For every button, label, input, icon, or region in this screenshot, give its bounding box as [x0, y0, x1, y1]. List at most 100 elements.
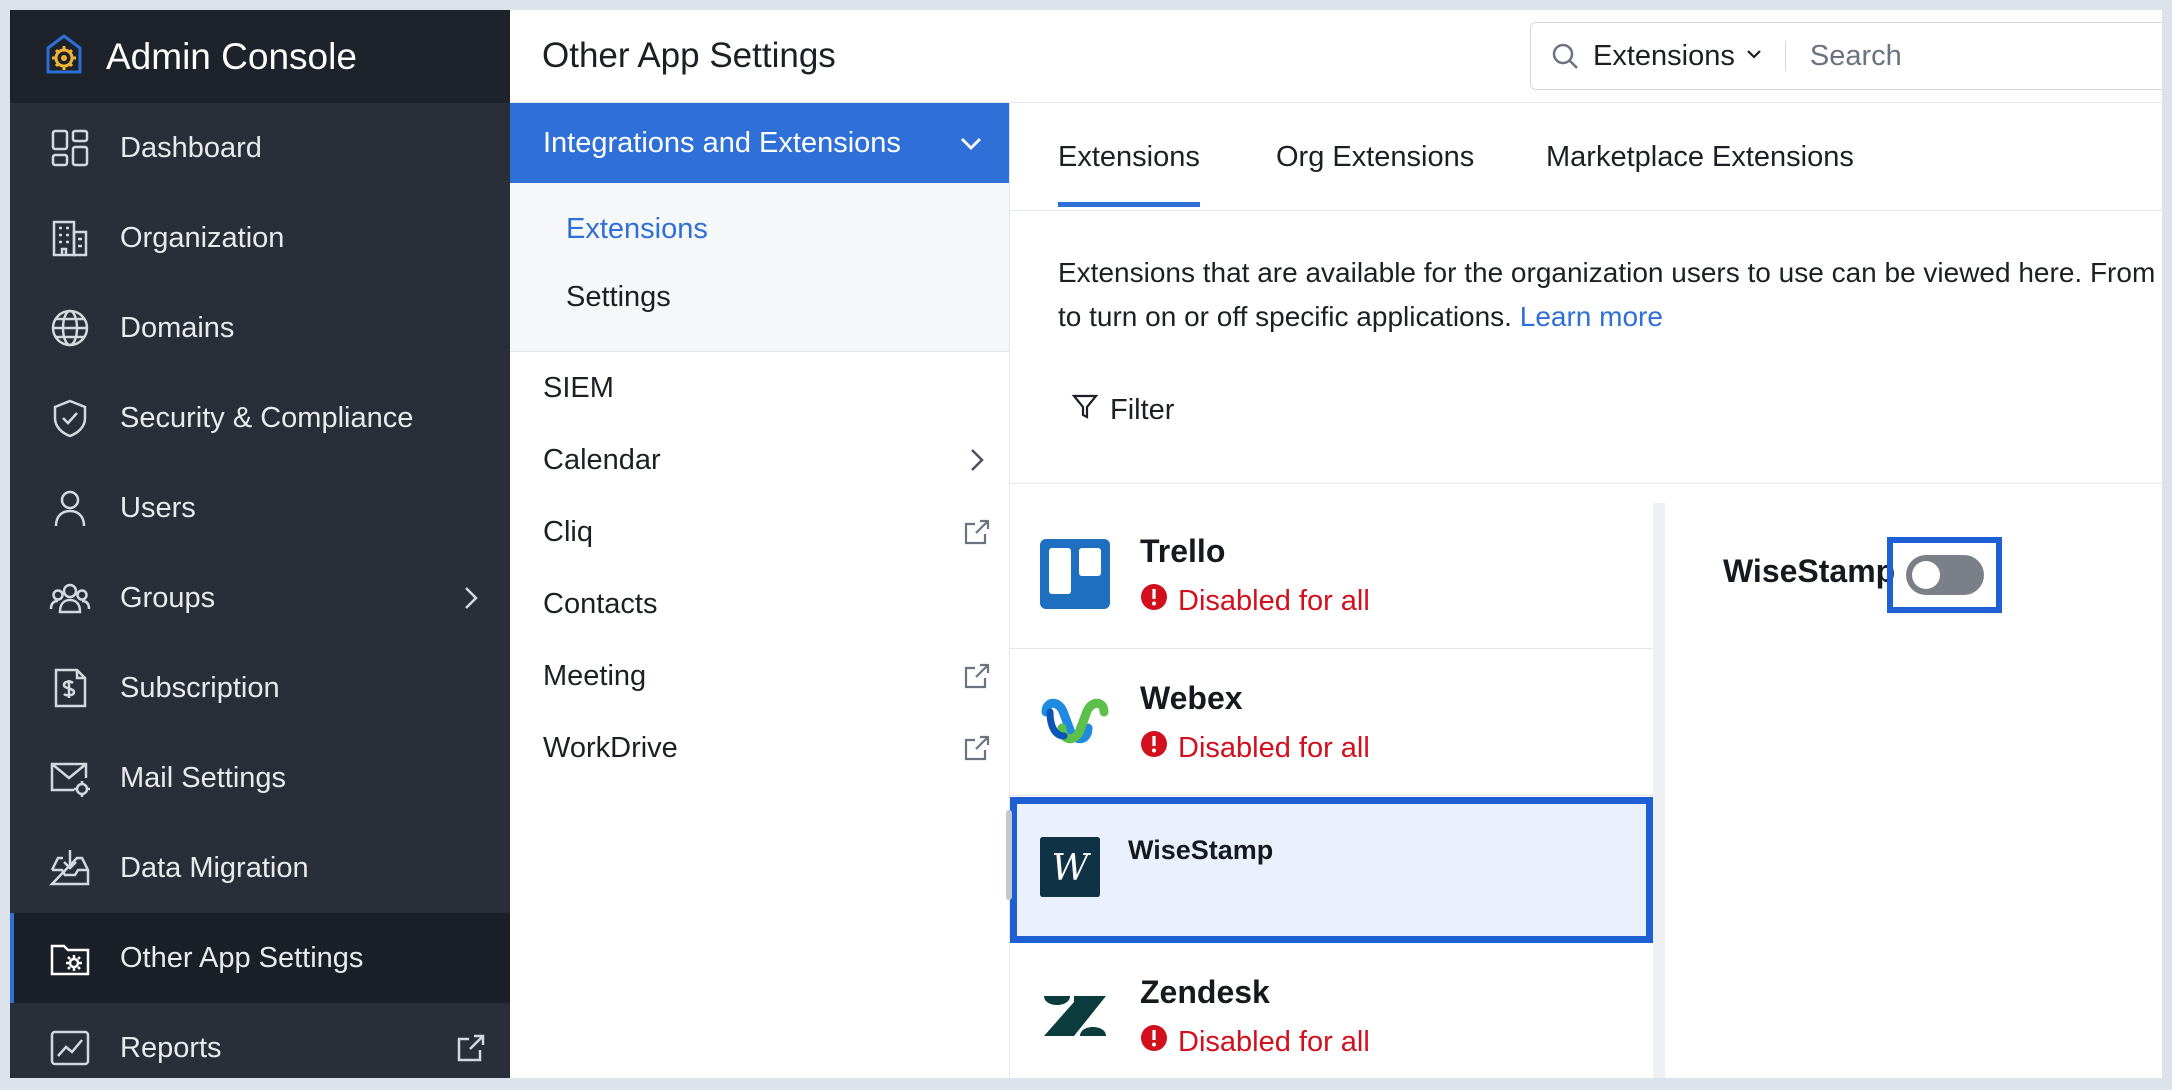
- submenu-item-label: Cliq: [543, 515, 593, 548]
- extension-name: Webex: [1140, 680, 1243, 716]
- submenu-item-cliq[interactable]: Cliq: [510, 496, 1009, 568]
- panel-resize-handle[interactable]: [1006, 810, 1012, 900]
- sidebar-item-label: Security & Compliance: [120, 401, 414, 434]
- sidebar-item-label: Dashboard: [120, 131, 262, 164]
- svg-text:W: W: [1051, 848, 1091, 889]
- extension-row-webex[interactable]: Webex Disabled for all: [1010, 650, 1653, 796]
- filter-label: Filter: [1110, 393, 1175, 426]
- status-text: Disabled for all: [1178, 731, 1370, 764]
- sidebar-item-label: Other App Settings: [120, 941, 364, 974]
- sidebar-item-dashboard[interactable]: Dashboard: [10, 103, 510, 193]
- sidebar-item-label: Subscription: [120, 671, 280, 704]
- sidebar-item-domains[interactable]: Domains: [10, 283, 510, 373]
- tab-extensions[interactable]: Extensions: [1058, 141, 1200, 207]
- page-description: Extensions that are available for the or…: [1058, 251, 2162, 339]
- extension-status: Disabled for all: [1140, 583, 1370, 619]
- admin-console-logo-icon: [40, 30, 88, 83]
- globe-icon: [48, 306, 92, 350]
- folder-gear-icon: [48, 936, 92, 980]
- extension-status: Disabled for all: [1140, 1024, 1370, 1060]
- sidebar-item-security[interactable]: Security & Compliance: [10, 373, 510, 463]
- toggle-knob: [1911, 561, 1940, 589]
- mail-settings-icon: [48, 756, 92, 800]
- group-icon: [48, 576, 92, 620]
- sidebar-item-label: Mail Settings: [120, 761, 287, 794]
- sidebar-item-other-app-settings[interactable]: Other App Settings: [10, 913, 510, 1003]
- search-input[interactable]: [1809, 39, 2110, 73]
- submenu-group-label: Integrations and Extensions: [543, 126, 901, 159]
- submenu-item-siem[interactable]: SIEM: [510, 352, 1009, 424]
- error-icon: [1140, 583, 1168, 619]
- submenu-item-contacts[interactable]: Contacts: [510, 568, 1009, 640]
- tab-marketplace-extensions[interactable]: Marketplace Extensions: [1546, 141, 1854, 202]
- sidebar-item-label: Users: [120, 491, 196, 524]
- submenu-item-workdrive[interactable]: WorkDrive: [510, 712, 1009, 784]
- filter-icon: [1070, 391, 1100, 429]
- submenu-item-label: Calendar: [543, 443, 661, 476]
- external-link-icon: [961, 516, 993, 548]
- sidebar-item-users[interactable]: Users: [10, 463, 510, 553]
- external-link-icon: [961, 732, 993, 764]
- submenu-item-label: SIEM: [543, 371, 614, 404]
- filter-button[interactable]: Filter: [1070, 391, 1174, 429]
- chevron-right-icon: [454, 581, 488, 615]
- shield-icon: [48, 396, 92, 440]
- extension-row-trello[interactable]: Trello Disabled for all: [1010, 503, 1653, 649]
- wisestamp-enable-toggle[interactable]: [1905, 555, 1984, 595]
- submenu-item-calendar[interactable]: Calendar: [510, 424, 1009, 496]
- toggle-highlight: [1887, 537, 2002, 613]
- divider: [1784, 41, 1786, 71]
- sidebar-item-label: Reports: [120, 1031, 222, 1064]
- settings-submenu: Integrations and Extensions Extensions S…: [510, 103, 1010, 1078]
- submenu-item-settings[interactable]: Settings: [510, 263, 1009, 331]
- sidebar-item-organization[interactable]: Organization: [10, 193, 510, 283]
- search-scope-label: Extensions: [1593, 39, 1735, 72]
- sidebar-item-label: Groups: [120, 581, 216, 614]
- submenu-group-children: Extensions Settings: [510, 183, 1009, 352]
- chevron-down-icon: [955, 127, 987, 159]
- error-icon: [1140, 1024, 1168, 1060]
- search-scope-dropdown[interactable]: Extensions: [1593, 40, 1765, 73]
- sidebar-item-reports[interactable]: Reports: [10, 1003, 510, 1078]
- sidebar-item-data-migration[interactable]: Data Migration: [10, 823, 510, 913]
- description-line-2: to turn on or off specific applications.…: [1058, 295, 2162, 339]
- dashboard-icon: [48, 126, 92, 170]
- submenu-group-integrations[interactable]: Integrations and Extensions: [510, 103, 1009, 183]
- sidebar-item-subscription[interactable]: Subscription: [10, 643, 510, 733]
- sidebar-item-label: Data Migration: [120, 851, 309, 884]
- divider: [1010, 483, 2162, 484]
- submenu-item-label: Meeting: [543, 659, 647, 692]
- sidebar: Admin Console Dashboard Organization Dom…: [10, 10, 510, 1078]
- extension-row-wisestamp[interactable]: W WiseStamp: [1010, 797, 1653, 943]
- tab-bar: Extensions Org Extensions Marketplace Ex…: [1010, 103, 2162, 211]
- submenu-item-meeting[interactable]: Meeting: [510, 640, 1009, 712]
- tab-org-extensions[interactable]: Org Extensions: [1276, 141, 1474, 202]
- zendesk-logo-icon: [1040, 980, 1110, 1050]
- extension-status: Disabled for all: [1140, 730, 1370, 766]
- description-line-1: Extensions that are available for the or…: [1058, 257, 2156, 288]
- sidebar-item-mail-settings[interactable]: Mail Settings: [10, 733, 510, 823]
- main-content: Extensions Org Extensions Marketplace Ex…: [1010, 103, 2162, 1078]
- submenu-item-label: WorkDrive: [543, 731, 678, 764]
- building-icon: [48, 216, 92, 260]
- chevron-right-icon: [961, 444, 993, 476]
- extension-row-zendesk[interactable]: Zendesk Disabled for all: [1010, 944, 1653, 1078]
- sidebar-item-groups[interactable]: Groups: [10, 553, 510, 643]
- billing-icon: [48, 666, 92, 710]
- inbox-download-icon: [48, 846, 92, 890]
- description-text: to turn on or off specific applications.: [1058, 301, 1512, 332]
- sidebar-item-label: Organization: [120, 221, 285, 254]
- brand: Admin Console: [10, 10, 510, 103]
- submenu-item-extensions[interactable]: Extensions: [510, 195, 1009, 263]
- trello-logo-icon: [1040, 539, 1110, 609]
- user-icon: [48, 486, 92, 530]
- header: Other App Settings Extensions: [510, 10, 2162, 103]
- external-link-icon: [961, 660, 993, 692]
- error-icon: [1140, 730, 1168, 766]
- extension-name: Trello: [1140, 533, 1226, 569]
- search-bar: Extensions: [1530, 22, 2162, 90]
- learn-more-link[interactable]: Learn more: [1520, 301, 1663, 332]
- app-title: Admin Console: [106, 35, 357, 77]
- chevron-down-icon: [1743, 40, 1765, 73]
- submenu-item-label: Contacts: [543, 587, 658, 620]
